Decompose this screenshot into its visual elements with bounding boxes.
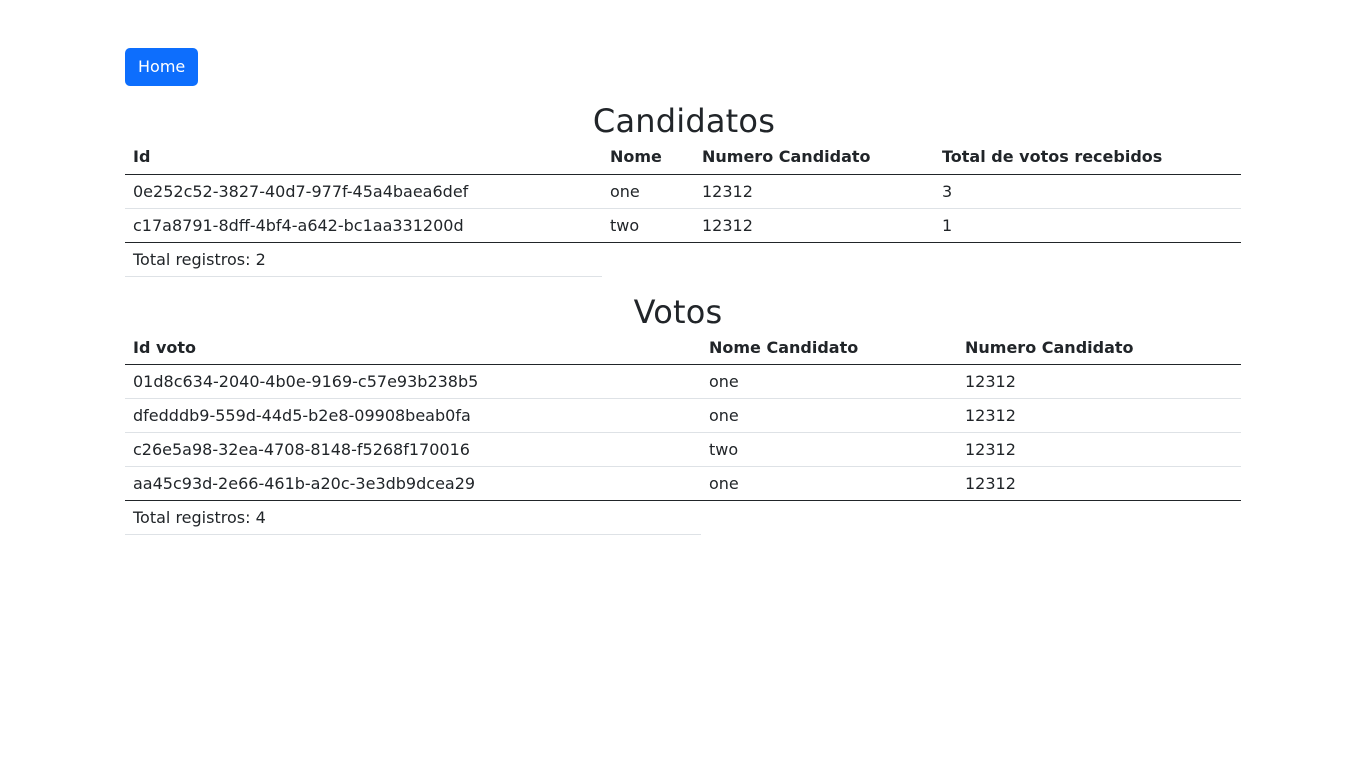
votos-title: Votos (633, 292, 723, 331)
table-row: aa45c93d-2e66-461b-a20c-3e3db9dcea29 one… (125, 467, 1241, 501)
candidato-total-votos: 1 (942, 215, 953, 235)
votos-total-registros: Total registros: 4 (125, 500, 701, 535)
candidatos-table: Id Nome Numero Candidato Total de votos … (125, 140, 1241, 277)
column-header-nome: Nome (610, 147, 662, 167)
voto-id: 01d8c634-2040-4b0e-9169-c57e93b238b5 (133, 372, 479, 391)
voto-numero-candidato: 12312 (965, 406, 1016, 425)
voto-id: dfedddb9-559d-44d5-b2e8-09908beab0fa (133, 406, 471, 425)
candidatos-footer-row: Total registros: 2 (125, 242, 1241, 277)
column-header-numero-candidato: Numero Candidato (965, 337, 1134, 357)
candidato-id: c17a8791-8dff-4bf4-a642-bc1aa331200d (133, 215, 464, 235)
voto-nome-candidato: one (709, 474, 739, 493)
table-row: dfedddb9-559d-44d5-b2e8-09908beab0fa one… (125, 399, 1241, 433)
voto-id: c26e5a98-32ea-4708-8148-f5268f170016 (133, 440, 470, 459)
voto-nome-candidato: one (709, 372, 739, 391)
votos-footer-row: Total registros: 4 (125, 500, 1241, 535)
candidato-nome: one (610, 181, 640, 201)
column-header-total-votos: Total de votos recebidos (942, 147, 1163, 167)
voto-numero-candidato: 12312 (965, 440, 1016, 459)
footer-spacer (701, 501, 1241, 535)
voto-numero-candidato: 12312 (965, 474, 1016, 493)
candidato-id: 0e252c52-3827-40d7-977f-45a4baea6def (133, 181, 469, 201)
voto-nome-candidato: two (709, 440, 739, 459)
candidato-nome: two (610, 215, 640, 235)
candidato-numero: 12312 (702, 181, 753, 201)
candidatos-title: Candidatos (592, 102, 776, 140)
column-header-numero-candidato: Numero Candidato (702, 147, 871, 167)
candidato-numero: 12312 (702, 215, 753, 235)
table-row: c26e5a98-32ea-4708-8148-f5268f170016 two… (125, 433, 1241, 467)
page-container: Home Candidatos Id Nome Numero Candidato… (125, 48, 1241, 535)
table-row: c17a8791-8dff-4bf4-a642-bc1aa331200d two… (125, 208, 1241, 242)
table-row: 0e252c52-3827-40d7-977f-45a4baea6def one… (125, 174, 1241, 208)
column-header-id: Id (133, 147, 151, 167)
home-button[interactable]: Home (125, 48, 199, 86)
table-row: 01d8c634-2040-4b0e-9169-c57e93b238b5 one… (125, 365, 1241, 399)
votos-table: Id voto Nome Candidato Numero Candidato … (125, 331, 1241, 535)
voto-numero-candidato: 12312 (965, 372, 1016, 391)
footer-spacer (602, 242, 1241, 276)
column-header-id-voto: Id voto (133, 337, 197, 357)
voto-nome-candidato: one (709, 406, 739, 425)
votos-header-row: Id voto Nome Candidato Numero Candidato (125, 331, 1241, 365)
candidatos-header-row: Id Nome Numero Candidato Total de votos … (125, 140, 1241, 174)
candidato-total-votos: 3 (942, 181, 953, 201)
candidatos-total-registros: Total registros: 2 (125, 242, 602, 277)
voto-id: aa45c93d-2e66-461b-a20c-3e3db9dcea29 (133, 474, 476, 493)
column-header-nome-candidato: Nome Candidato (709, 337, 859, 357)
